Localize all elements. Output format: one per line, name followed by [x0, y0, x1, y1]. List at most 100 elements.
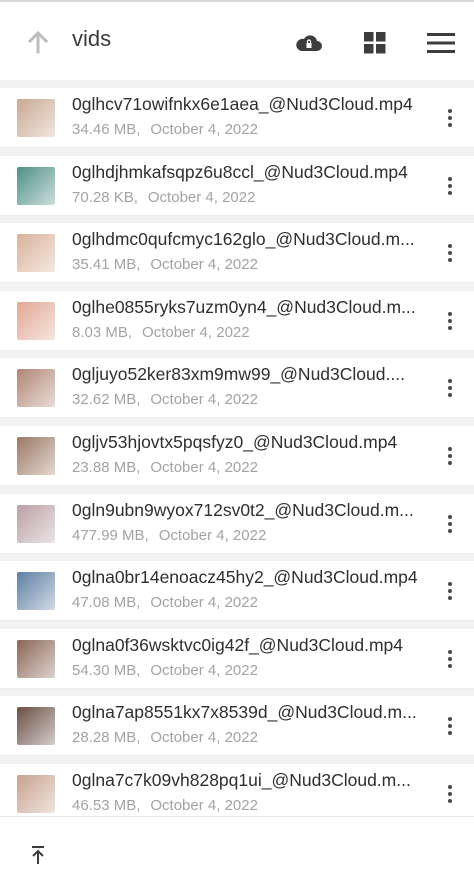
file-name: 0gln9ubn9wyox712sv0t2_@Nud3Cloud.m... — [72, 499, 414, 520]
file-name: 0glna0br14enoacz45hy2_@Nud3Cloud.mp4 — [72, 567, 418, 588]
navigate-up-button[interactable] — [24, 28, 52, 56]
more-options-button[interactable] — [440, 374, 460, 402]
page-title: vids — [72, 26, 112, 51]
cloud-lock-icon — [296, 35, 322, 51]
file-meta: 28.28 MB, October 4, 2022 — [72, 729, 258, 746]
more-vertical-icon — [448, 784, 452, 803]
file-date: October 4, 2022 — [142, 323, 250, 341]
file-row[interactable]: 0glhdjhmkafsqpz6u8ccl_@Nud3Cloud.mp4 70.2… — [0, 155, 474, 216]
file-meta: 34.46 MB, October 4, 2022 — [72, 121, 258, 138]
file-row[interactable]: 0gln9ubn9wyox712sv0t2_@Nud3Cloud.m... 477… — [0, 493, 474, 554]
file-name: 0glhdmc0qufcmyc162glo_@Nud3Cloud.m... — [72, 229, 415, 250]
more-options-button[interactable] — [440, 442, 460, 470]
file-date: October 4, 2022 — [150, 729, 258, 747]
file-meta: 477.99 MB, October 4, 2022 — [72, 527, 266, 544]
video-thumbnail — [17, 572, 55, 611]
file-list[interactable]: 0glhcv71owifnkx6e1aea_@Nud3Cloud.mp4 34.4… — [0, 88, 474, 816]
video-thumbnail — [17, 436, 55, 475]
file-size: 47.08 MB, — [72, 594, 141, 612]
video-thumbnail — [17, 369, 55, 408]
video-thumbnail — [17, 639, 55, 678]
file-row[interactable]: 0gljuyo52ker83xm9mw99_@Nud3Cloud.... 32.6… — [0, 358, 474, 419]
video-thumbnail — [17, 774, 55, 813]
file-name: 0glna0f36wsktvc0ig42f_@Nud3Cloud.mp4 — [72, 634, 404, 655]
arrow-up-icon — [27, 30, 49, 54]
file-meta: 54.30 MB, October 4, 2022 — [72, 662, 258, 679]
grid-view-icon — [364, 32, 386, 54]
more-vertical-icon — [448, 582, 452, 601]
more-vertical-icon — [448, 311, 452, 330]
file-row[interactable]: 0glna0f36wsktvc0ig42f_@Nud3Cloud.mp4 54.3… — [0, 628, 474, 689]
more-vertical-icon — [448, 176, 452, 195]
more-options-button[interactable] — [440, 577, 460, 605]
file-size: 477.99 MB, — [72, 526, 149, 544]
file-size: 32.62 MB, — [72, 391, 141, 409]
file-name: 0glna7ap8551kx7x8539d_@Nud3Cloud.m... — [72, 702, 417, 723]
file-meta: 35.41 MB, October 4, 2022 — [72, 256, 258, 273]
more-options-button[interactable] — [440, 780, 460, 808]
file-date: October 4, 2022 — [150, 391, 258, 409]
file-date: October 4, 2022 — [150, 256, 258, 274]
file-date: October 4, 2022 — [158, 526, 267, 544]
more-options-button[interactable] — [440, 172, 460, 200]
video-thumbnail — [17, 707, 55, 746]
bottom-bar — [0, 816, 474, 890]
file-size: 8.03 MB, — [72, 323, 133, 341]
file-row[interactable]: 0gljv53hjovtx5pqsfyz0_@Nud3Cloud.mp4 23.8… — [0, 425, 474, 486]
file-meta: 46.53 MB, October 4, 2022 — [72, 797, 258, 814]
file-name: 0glhdjhmkafsqpz6u8ccl_@Nud3Cloud.mp4 — [72, 161, 408, 182]
file-row[interactable]: 0glna7c7k09vh828pq1ui_@Nud3Cloud.m... 46.… — [0, 763, 474, 816]
more-options-button[interactable] — [440, 239, 460, 267]
more-options-button[interactable] — [440, 645, 460, 673]
file-name: 0gljuyo52ker83xm9mw99_@Nud3Cloud.... — [72, 364, 405, 385]
file-date: October 4, 2022 — [147, 188, 256, 206]
more-vertical-icon — [448, 379, 452, 398]
more-options-button[interactable] — [440, 510, 460, 538]
top-app-bar: vids — [0, 0, 474, 80]
more-vertical-icon — [448, 109, 452, 127]
scroll-to-top-icon — [32, 846, 44, 864]
file-size: 28.28 MB, — [72, 729, 141, 747]
file-row[interactable]: 0glhcv71owifnkx6e1aea_@Nud3Cloud.mp4 34.4… — [0, 88, 474, 148]
file-row[interactable]: 0glhdmc0qufcmyc162glo_@Nud3Cloud.m... 35.… — [0, 223, 474, 284]
file-meta: 8.03 MB, October 4, 2022 — [72, 324, 250, 341]
file-name: 0glna7c7k09vh828pq1ui_@Nud3Cloud.m... — [72, 769, 411, 790]
file-name: 0glhe0855ryks7uzm0yn4_@Nud3Cloud.m... — [72, 296, 416, 317]
video-thumbnail — [17, 166, 55, 205]
more-vertical-icon — [448, 514, 452, 533]
file-size: 54.30 MB, — [72, 661, 141, 679]
file-size: 70.28 KB, — [72, 188, 138, 206]
hamburger-menu-icon — [427, 33, 455, 53]
file-size: 35.41 MB, — [72, 256, 141, 274]
more-vertical-icon — [448, 649, 452, 668]
more-options-button[interactable] — [440, 307, 460, 335]
file-meta: 47.08 MB, October 4, 2022 — [72, 594, 258, 611]
file-meta: 32.62 MB, October 4, 2022 — [72, 391, 258, 408]
more-options-button[interactable] — [440, 712, 460, 740]
file-row[interactable]: 0glhe0855ryks7uzm0yn4_@Nud3Cloud.m... 8.0… — [0, 290, 474, 351]
more-vertical-icon — [448, 717, 452, 736]
menu-button[interactable] — [426, 28, 456, 58]
file-row[interactable]: 0glna0br14enoacz45hy2_@Nud3Cloud.mp4 47.0… — [0, 561, 474, 622]
file-date: October 4, 2022 — [150, 661, 258, 679]
file-meta: 70.28 KB, October 4, 2022 — [72, 189, 255, 206]
file-date: October 4, 2022 — [150, 796, 258, 814]
more-vertical-icon — [448, 244, 452, 263]
file-meta: 23.88 MB, October 4, 2022 — [72, 459, 258, 476]
file-row[interactable]: 0glna7ap8551kx7x8539d_@Nud3Cloud.m... 28.… — [0, 696, 474, 757]
file-size: 23.88 MB, — [72, 458, 141, 476]
file-date: October 4, 2022 — [150, 594, 258, 612]
video-thumbnail — [17, 504, 55, 543]
more-vertical-icon — [448, 446, 452, 465]
scroll-to-top-button[interactable] — [26, 843, 50, 867]
file-size: 34.46 MB, — [72, 121, 141, 138]
video-thumbnail — [17, 301, 55, 340]
grid-view-button[interactable] — [360, 28, 390, 58]
video-thumbnail — [17, 99, 55, 137]
cloud-lock-button[interactable] — [294, 28, 324, 58]
more-options-button[interactable] — [440, 104, 460, 132]
file-date: October 4, 2022 — [150, 458, 258, 476]
file-size: 46.53 MB, — [72, 796, 141, 814]
video-thumbnail — [17, 234, 55, 273]
file-name: 0glhcv71owifnkx6e1aea_@Nud3Cloud.mp4 — [72, 94, 413, 114]
